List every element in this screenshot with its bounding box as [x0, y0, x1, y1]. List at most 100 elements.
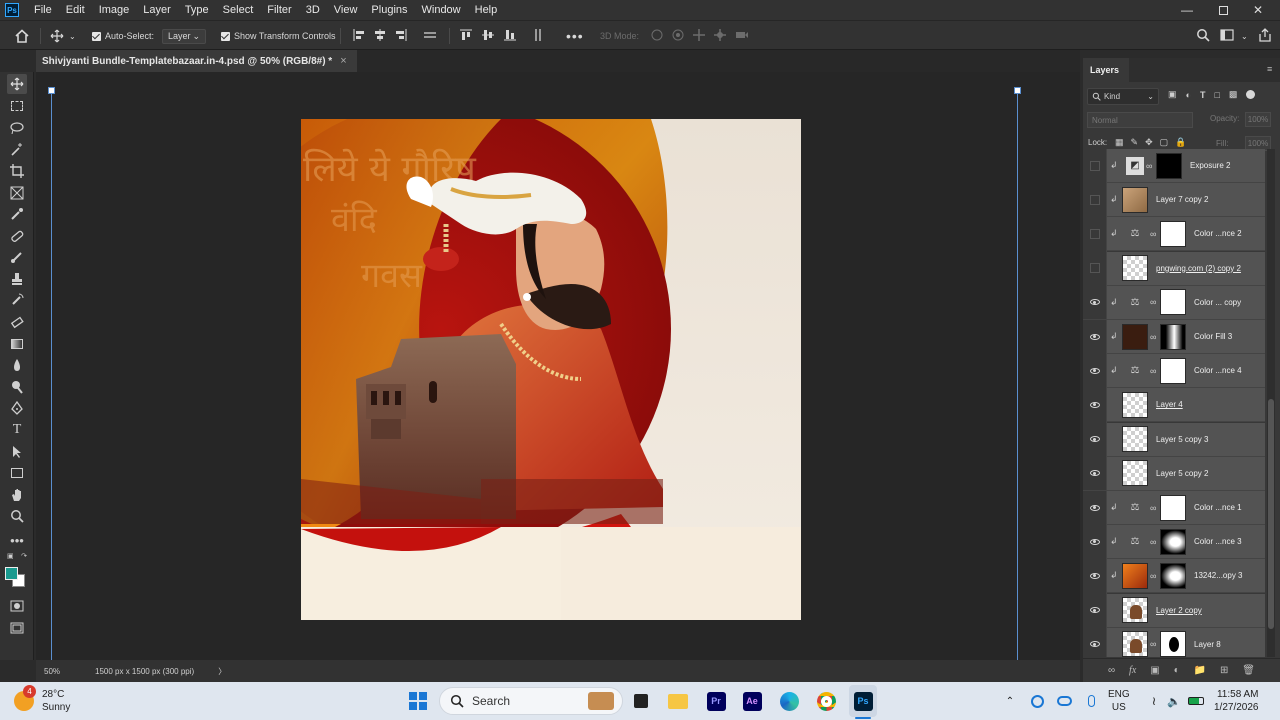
layer-name[interactable]: Layer 5 copy 2 — [1156, 469, 1208, 478]
3d-orbit-icon[interactable] — [650, 28, 664, 42]
layer-name[interactable]: Color ... copy — [1194, 298, 1241, 307]
document-tab[interactable]: Shivjyanti Bundle-Templatebazaar.in-4.ps… — [36, 50, 357, 72]
layer-thumbnail[interactable] — [1122, 391, 1148, 418]
path-selection-tool-icon[interactable] — [7, 442, 27, 462]
menu-file[interactable]: File — [27, 0, 59, 20]
layer-thumbnail[interactable] — [1122, 255, 1148, 282]
crop-tool-icon[interactable] — [7, 161, 27, 181]
layer-name[interactable]: Layer 4 — [1156, 400, 1183, 409]
3d-pan-icon[interactable] — [692, 28, 706, 42]
shape-filter-icon[interactable]: □ — [1214, 90, 1219, 100]
visibility-toggle[interactable] — [1083, 387, 1107, 422]
layer-row[interactable]: ↲ ∞ Color Fill 3 — [1083, 319, 1265, 354]
layer-row[interactable]: ↲ ⚖ ∞ Color ...nce 3 — [1083, 524, 1265, 560]
mask-link-icon[interactable]: ∞ — [1150, 571, 1158, 581]
align-bottom-icon[interactable] — [503, 28, 517, 42]
mask-link-icon[interactable]: ∞ — [1150, 537, 1158, 547]
smart-object-filter-icon[interactable]: ▩ — [1229, 89, 1238, 100]
layer-filter-dropdown[interactable]: Kind ⌄ — [1087, 88, 1159, 105]
layer-row[interactable]: ↲ ⚖ ∞ Color ...nce 1 — [1083, 490, 1265, 525]
chevron-up-icon[interactable]: ⌃ — [1003, 682, 1017, 720]
3d-roll-icon[interactable] — [671, 28, 685, 42]
adjustment-layer-icon[interactable]: ◐ — [1174, 665, 1180, 676]
layers-scrollbar[interactable] — [1267, 149, 1275, 657]
layer-row[interactable]: Layer 5 copy 3 — [1083, 422, 1265, 457]
layer-mask-thumbnail[interactable] — [1160, 494, 1186, 521]
task-view-icon[interactable] — [630, 682, 652, 720]
align-top-icon[interactable] — [459, 28, 473, 42]
layer-name[interactable]: Exposure 2 — [1190, 161, 1230, 170]
windows-start-icon[interactable] — [405, 682, 431, 720]
layer-mask-thumbnail[interactable] — [1156, 152, 1182, 179]
photoshop-taskbar-icon[interactable]: Ps — [849, 685, 877, 717]
layer-mask-thumbnail[interactable] — [1160, 357, 1186, 384]
visibility-toggle[interactable] — [1083, 216, 1107, 251]
blend-mode-dropdown[interactable]: Normal — [1087, 112, 1193, 128]
color-balance-icon[interactable]: ⚖ — [1122, 358, 1148, 384]
layer-row[interactable]: ↲ ⚖ ∞ Color ...nce 4 — [1083, 353, 1265, 389]
layer-name[interactable]: Layer 7 copy 2 — [1156, 195, 1208, 204]
status-arrow-icon[interactable]: 〉 — [218, 666, 226, 677]
dodge-tool-icon[interactable] — [7, 377, 27, 397]
lock-position-icon[interactable]: ✥ — [1145, 137, 1153, 148]
close-tab-icon[interactable]: × — [340, 55, 346, 67]
clone-stamp-tool-icon[interactable] — [7, 269, 27, 289]
layer-name[interactable]: Color ...nce 4 — [1194, 366, 1242, 375]
healing-brush-tool-icon[interactable] — [7, 226, 27, 246]
edit-toolbar-icon[interactable]: ••• — [7, 530, 27, 550]
show-transform-checkbox[interactable]: Show Transform Controls — [221, 21, 336, 51]
layer-thumbnail[interactable] — [1122, 186, 1148, 213]
auto-select-checkbox[interactable]: Auto-Select: — [92, 21, 154, 51]
hand-tool-icon[interactable] — [7, 485, 27, 505]
layer-thumbnail[interactable] — [1122, 323, 1148, 350]
gradient-tool-icon[interactable] — [7, 334, 27, 354]
lock-transparency-icon[interactable]: ▦ — [1115, 137, 1124, 148]
layer-name[interactable]: Layer 2 copy — [1156, 606, 1202, 615]
wifi-icon[interactable]: ≀ — [1146, 682, 1162, 720]
menu-type[interactable]: Type — [178, 0, 216, 20]
file-explorer-icon[interactable] — [667, 682, 689, 720]
layer-row[interactable]: ↲ ⚖ ∞ Color ...nce 2 — [1083, 216, 1265, 252]
frame-tool-icon[interactable] — [7, 183, 27, 203]
distribute-vertical-icon[interactable] — [531, 28, 545, 42]
menu-3d[interactable]: 3D — [299, 0, 327, 20]
restore-icon[interactable] — [1205, 0, 1241, 20]
visibility-toggle[interactable] — [1083, 627, 1107, 657]
edge-browser-icon[interactable] — [778, 682, 800, 720]
chrome-browser-icon[interactable] — [815, 682, 837, 720]
screen-mode-icon[interactable] — [7, 618, 27, 638]
menu-help[interactable]: Help — [468, 0, 505, 20]
align-center-icon[interactable] — [373, 28, 387, 42]
visibility-toggle[interactable] — [1083, 319, 1107, 354]
visibility-toggle[interactable] — [1083, 182, 1107, 217]
visibility-toggle[interactable] — [1083, 558, 1107, 593]
exposure-icon[interactable]: ◩ — [1126, 156, 1144, 175]
microphone-icon[interactable] — [1083, 682, 1099, 720]
visibility-toggle[interactable] — [1083, 593, 1107, 628]
mask-link-icon[interactable]: ∞ — [1150, 332, 1158, 342]
layer-name[interactable]: Layer 8 — [1194, 640, 1221, 649]
add-mask-icon[interactable]: ▣ — [1150, 665, 1159, 676]
layer-thumbnail[interactable] — [1122, 631, 1148, 657]
mask-link-icon[interactable]: ∞ — [1150, 366, 1158, 376]
scrollbar-thumb[interactable] — [1268, 399, 1274, 629]
quick-mask-icon[interactable] — [7, 596, 27, 616]
document-canvas[interactable]: लिये ये गौरिष वंदि गवस — [301, 119, 801, 620]
lock-image-icon[interactable]: ✎ — [1131, 137, 1139, 148]
battery-icon[interactable] — [1186, 682, 1206, 720]
new-layer-icon[interactable]: ⊞ — [1220, 665, 1228, 676]
move-tool-preset-icon[interactable]: ⌄ — [50, 21, 76, 51]
type-tool-icon[interactable]: T — [7, 420, 27, 440]
menu-plugins[interactable]: Plugins — [364, 0, 414, 20]
layer-row[interactable]: Layer 5 copy 2 — [1083, 456, 1265, 491]
menu-window[interactable]: Window — [415, 0, 468, 20]
rectangle-tool-icon[interactable] — [7, 463, 27, 483]
layer-mask-thumbnail[interactable] — [1160, 289, 1186, 316]
link-layers-icon[interactable]: ∞ — [1108, 665, 1115, 676]
color-balance-icon[interactable]: ⚖ — [1122, 529, 1148, 555]
layer-row[interactable]: Layer 4 — [1083, 387, 1265, 423]
visibility-toggle[interactable] — [1083, 149, 1107, 183]
mask-link-icon[interactable]: ∞ — [1150, 297, 1158, 307]
zoom-tool-icon[interactable] — [7, 506, 27, 526]
layer-thumbnail[interactable] — [1122, 460, 1148, 487]
